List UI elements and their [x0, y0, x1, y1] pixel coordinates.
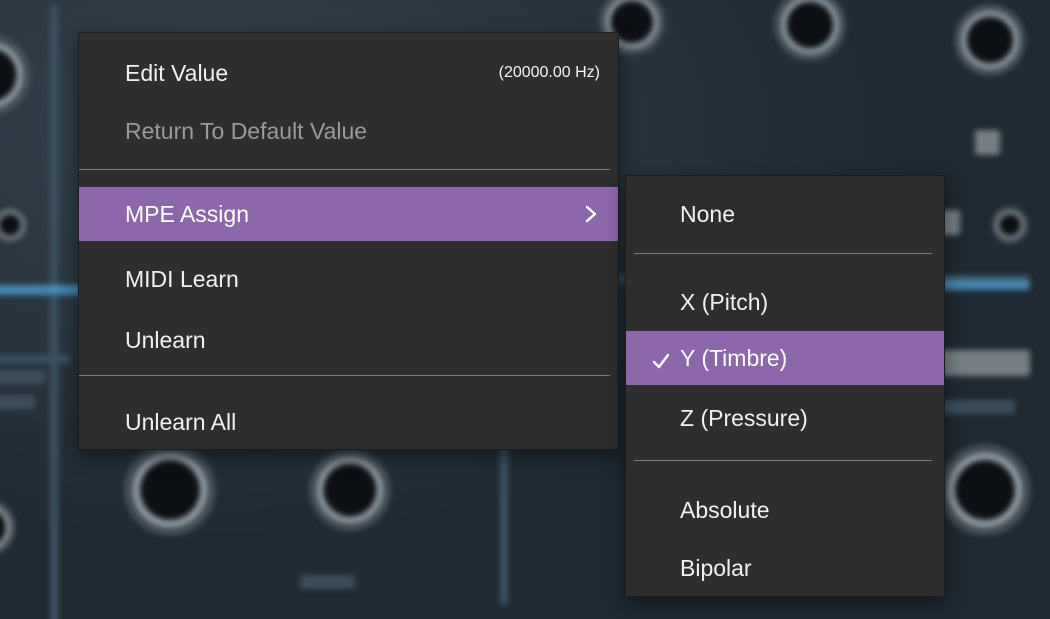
submenu-item-bipolar[interactable]: Bipolar: [626, 542, 944, 594]
blurred-label: [0, 395, 35, 409]
panel-divider: [0, 355, 70, 363]
menu-separator: [79, 169, 610, 170]
submenu-item-label: None: [680, 200, 735, 227]
patch-jack: [990, 205, 1030, 245]
blurred-label: [300, 575, 355, 589]
square-pad: [975, 130, 1000, 155]
menu-item-label: MIDI Learn: [125, 265, 239, 292]
submenu-item-label: Z (Pressure): [680, 404, 808, 431]
menu-item-unlearn[interactable]: Unlearn: [79, 314, 618, 366]
context-menu: Edit Value (20000.00 Hz) Return To Defau…: [78, 32, 619, 450]
chevron-right-icon: [582, 205, 600, 223]
menu-item-unlearn-all[interactable]: Unlearn All: [79, 396, 618, 448]
menu-item-mpe-assign[interactable]: MPE Assign: [79, 187, 618, 241]
blurred-label: [0, 370, 45, 384]
submenu-item-x-pitch[interactable]: X (Pitch): [626, 276, 944, 328]
submenu-item-label: Y (Timbre): [680, 344, 788, 371]
menu-item-label: Return To Default Value: [125, 117, 368, 144]
mpe-assign-submenu: None X (Pitch) Y (Timbre) Z (Pressure) A…: [625, 175, 945, 597]
current-value-text: (20000.00 Hz): [498, 64, 600, 81]
patch-jack: [0, 205, 30, 245]
menu-item-label: Unlearn: [125, 326, 206, 353]
menu-item-midi-learn[interactable]: MIDI Learn: [79, 253, 618, 305]
square-pad: [930, 350, 1030, 376]
checkmark-icon: [652, 349, 670, 369]
menu-item-label: MPE Assign: [125, 200, 249, 227]
rotary-knob: [0, 35, 30, 115]
menu-item-edit-value[interactable]: Edit Value (20000.00 Hz): [79, 47, 618, 99]
panel-divider: [50, 5, 58, 619]
submenu-item-y-timbre[interactable]: Y (Timbre): [626, 331, 944, 385]
rotary-knob: [775, 0, 845, 60]
rotary-knob: [940, 445, 1030, 535]
blurred-label: [935, 400, 1015, 414]
submenu-item-label: Absolute: [680, 496, 770, 523]
submenu-item-label: X (Pitch): [680, 288, 769, 315]
submenu-item-absolute[interactable]: Absolute: [626, 484, 944, 536]
menu-separator: [634, 253, 932, 254]
menu-item-label: Unlearn All: [125, 408, 237, 435]
rotary-knob: [125, 445, 215, 535]
menu-item-label: Edit Value: [125, 59, 229, 86]
menu-separator: [79, 375, 610, 376]
menu-separator: [634, 460, 932, 461]
submenu-item-z-pressure[interactable]: Z (Pressure): [626, 392, 944, 444]
rotary-knob: [310, 450, 390, 530]
submenu-item-none[interactable]: None: [626, 188, 944, 240]
menu-item-return-default: Return To Default Value: [79, 105, 618, 157]
rotary-knob: [0, 500, 15, 555]
rotary-knob: [955, 5, 1025, 75]
submenu-item-label: Bipolar: [680, 554, 752, 581]
